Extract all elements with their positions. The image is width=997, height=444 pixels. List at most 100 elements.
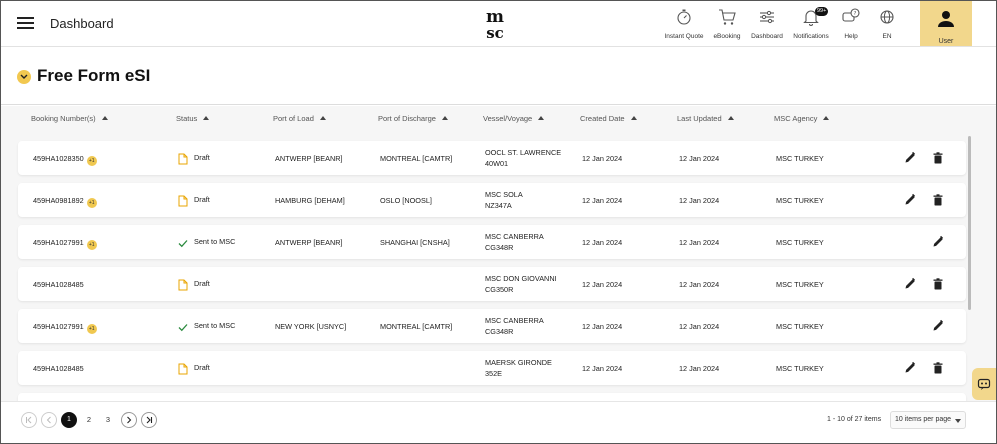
column-header-vessel-voyage[interactable]: Vessel/Voyage: [483, 114, 545, 123]
voyage-number: CG350R: [485, 285, 514, 294]
menu-icon[interactable]: [17, 17, 34, 29]
booking-number-cell[interactable]: 459HA1028485: [33, 363, 84, 374]
vessel-name: MAERSK GIRONDE: [485, 358, 552, 367]
booking-number-cell[interactable]: 459HA1028350 +1: [33, 153, 97, 166]
booking-number-cell[interactable]: 459HA1027991 +1: [33, 237, 97, 250]
prev-page-button[interactable]: [41, 412, 57, 428]
table-row[interactable]: 459HA1028350 +1 Draft ANTWERP [BEANR] MONTRE…: [18, 141, 966, 175]
edit-icon[interactable]: [931, 235, 945, 249]
draft-document-icon: [178, 152, 188, 165]
sort-asc-icon: [823, 116, 830, 120]
status-text: Draft: [194, 363, 210, 372]
last-updated-cell: 12 Jan 2024: [679, 154, 720, 163]
chevron-right-icon: [127, 416, 132, 424]
booking-number-cell[interactable]: 459HA0981892 +1: [33, 195, 97, 208]
items-count: 1 - 10 of 27 items: [827, 416, 882, 423]
edit-icon[interactable]: [903, 193, 917, 207]
column-header-port-of-discharge[interactable]: Port of Discharge: [378, 114, 448, 123]
chevron-left-icon: [46, 416, 51, 424]
table-row[interactable]: 459HA1027991 +1 Sent to MSC ANTWERP [BEANR]…: [18, 225, 966, 259]
caret-down-icon: [955, 419, 961, 423]
check-icon: [178, 320, 188, 332]
port-of-load-cell: HAMBURG [DEHAM]: [275, 196, 345, 205]
column-header-created-date[interactable]: Created Date: [580, 114, 637, 123]
port-of-discharge-cell: SHANGHAI [CNSHA]: [380, 238, 450, 247]
top-navigation-bar: Dashboard m sc Instant Quote eBooking Da…: [1, 1, 996, 47]
vessel-name: MSC CANBERRA: [485, 232, 544, 241]
vessel-voyage-cell: MSC CANBERRA CG348R: [485, 231, 544, 253]
created-date-cell: 12 Jan 2024: [582, 196, 623, 205]
page-title: Free Form eSI: [37, 66, 151, 85]
edit-icon[interactable]: [931, 319, 945, 333]
pagination: 1 2 3 1 - 10 of 27 items 10 items per pa…: [1, 401, 996, 443]
column-header-last-updated[interactable]: Last Updated: [677, 114, 734, 123]
chevron-down-icon: [20, 74, 28, 79]
created-date-cell: 12 Jan 2024: [582, 280, 623, 289]
page-button-2[interactable]: 2: [82, 412, 96, 428]
status-text: Draft: [194, 279, 210, 288]
sort-asc-icon: [319, 116, 326, 120]
user-icon: [938, 11, 954, 27]
port-of-load-cell: ANTWERP [BEANR]: [275, 154, 343, 163]
next-page-button[interactable]: [121, 412, 137, 428]
page-button-3[interactable]: 3: [101, 412, 115, 428]
table-row[interactable]: SUBMISSIONA: [18, 393, 966, 401]
msc-agency-cell: MSC TURKEY: [776, 196, 824, 205]
status-text: Draft: [194, 195, 210, 204]
items-per-page-select[interactable]: 10 items per page: [890, 411, 966, 429]
column-header-booking[interactable]: Booking Number(s): [31, 114, 108, 123]
edit-icon[interactable]: [903, 151, 917, 165]
edit-icon[interactable]: [903, 277, 917, 291]
sort-asc-icon: [441, 116, 448, 120]
vessel-voyage-cell: MAERSK GIRONDE 352E: [485, 357, 552, 379]
status-text: Sent to MSC: [194, 237, 236, 246]
table-row[interactable]: 459HA0981892 +1 Draft HAMBURG [DEHAM] OSLO […: [18, 183, 966, 217]
user-label: User: [938, 38, 954, 45]
msc-agency-cell: MSC TURKEY: [776, 154, 824, 163]
vessel-name: MSC CANBERRA: [485, 316, 544, 325]
table-row[interactable]: 459HA1028485 Draft MAERSK GIRONDE 352E 12 Ja…: [18, 351, 966, 385]
collapse-toggle[interactable]: [17, 70, 31, 84]
globe-icon: [880, 10, 894, 24]
msc-agency-cell: MSC TURKEY: [776, 322, 824, 331]
booking-number-cell[interactable]: 459HA1027991 +1: [33, 321, 97, 334]
sort-asc-icon: [727, 116, 734, 120]
port-of-load-cell: ANTWERP [BEANR]: [275, 238, 343, 247]
chat-bot-icon: [977, 378, 991, 390]
booking-number-cell[interactable]: 459HA1028485: [33, 279, 84, 290]
svg-text:sc: sc: [486, 24, 504, 41]
edit-icon[interactable]: [903, 361, 917, 375]
status-text: Draft: [194, 153, 210, 162]
delete-icon[interactable]: [931, 151, 945, 165]
created-date-cell: 12 Jan 2024: [582, 322, 623, 331]
help-chat-icon: ?: [842, 8, 860, 22]
chat-support-button[interactable]: [972, 368, 996, 400]
created-date-cell: 12 Jan 2024: [582, 364, 623, 373]
first-page-button[interactable]: [21, 412, 37, 428]
page-button-1[interactable]: 1: [61, 412, 77, 428]
last-updated-cell: 12 Jan 2024: [679, 238, 720, 247]
last-updated-cell: 12 Jan 2024: [679, 280, 720, 289]
column-header-status[interactable]: Status: [176, 114, 210, 123]
vessel-name: OOCL ST. LAWRENCE: [485, 148, 562, 157]
delete-icon[interactable]: [931, 277, 945, 291]
vessel-voyage-cell: MSC CANBERRA CG348R: [485, 315, 544, 337]
delete-icon[interactable]: [931, 193, 945, 207]
draft-document-icon: [178, 194, 188, 207]
vessel-name: MSC DON GIOVANNI: [485, 274, 557, 283]
voyage-number: CG348R: [485, 327, 514, 336]
table-row[interactable]: 459HA1028485 Draft MSC DON GIOVANNI CG350R 1…: [18, 267, 966, 301]
delete-icon[interactable]: [931, 361, 945, 375]
last-page-button[interactable]: [141, 412, 157, 428]
user-menu-button[interactable]: User: [920, 1, 972, 46]
voyage-number: NZ347A: [485, 201, 512, 210]
column-header-msc-agency[interactable]: MSC Agency: [774, 114, 830, 123]
table-row[interactable]: 459HA1027991 +1 Sent to MSC NEW YORK [USNYC…: [18, 309, 966, 343]
additional-bookings-badge: +1: [86, 324, 97, 334]
nav-language[interactable]: EN: [859, 7, 915, 40]
last-page-icon: [146, 416, 153, 424]
vertical-scrollbar[interactable]: [968, 136, 971, 310]
column-header-port-of-load[interactable]: Port of Load: [273, 114, 326, 123]
msc-agency-cell: MSC TURKEY: [776, 280, 824, 289]
app-title: Dashboard: [50, 16, 114, 31]
